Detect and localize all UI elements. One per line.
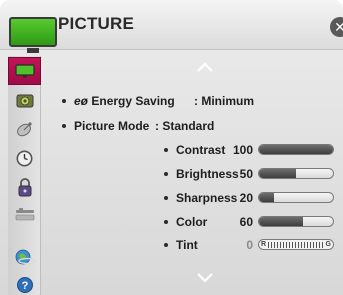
- picture-tv-icon: [14, 63, 35, 77]
- tint-red-label: R: [261, 241, 267, 248]
- bullet: [62, 98, 66, 103]
- sidebar-item-option[interactable]: [8, 201, 41, 229]
- sidebar-item-network[interactable]: [8, 243, 41, 271]
- tint-row[interactable]: Tint: [164, 238, 198, 252]
- svg-text:?: ?: [21, 280, 28, 292]
- slider-row-contrast[interactable]: Contrast: [164, 143, 225, 157]
- slider-fill: [259, 217, 304, 226]
- sidebar-item-channel[interactable]: [8, 115, 41, 143]
- slider-value: 100: [232, 143, 253, 157]
- satellite-channel-icon: [16, 122, 32, 137]
- slider-fill: [259, 169, 296, 178]
- clock-time-icon: [16, 150, 33, 166]
- slider-fill: [259, 193, 274, 202]
- sidebar-item-picture[interactable]: [8, 57, 41, 85]
- category-sidebar: ?: [8, 56, 41, 295]
- eco-logo: eø: [74, 94, 89, 108]
- slider-value: 50: [239, 167, 253, 181]
- slider-track[interactable]: [258, 168, 334, 179]
- close-icon[interactable]: ✕: [330, 17, 343, 37]
- tv-icon: [9, 17, 57, 53]
- slider-label: Contrast: [176, 143, 226, 157]
- slider-row-brightness[interactable]: Brightness: [164, 167, 239, 181]
- bullet: [164, 242, 168, 247]
- tint-green-label: G: [325, 241, 331, 248]
- page-title: PICTURE: [58, 14, 135, 33]
- option-icon: [15, 208, 34, 221]
- slider-track[interactable]: [258, 216, 334, 227]
- tint-slider[interactable]: R G: [258, 239, 334, 250]
- bullet: [164, 171, 168, 176]
- picture-menu-window: PICTURE ✕ ? eø Energy Saving: Minimum P…: [0, 0, 343, 295]
- tint-label: Tint: [176, 238, 198, 252]
- picture-mode-row[interactable]: Picture Mode: [62, 119, 149, 133]
- picture-mode-label: Picture Mode: [74, 119, 150, 133]
- slider-track[interactable]: [258, 144, 334, 155]
- tint-value: 0: [246, 238, 253, 252]
- energy-saving-label: Energy Saving: [91, 94, 175, 108]
- picture-settings-panel: eø Energy Saving : Minimum Picture Mode …: [48, 56, 343, 295]
- slider-value: 20: [239, 191, 253, 205]
- header-bar: PICTURE ✕: [0, 0, 343, 53]
- sidebar-item-lock[interactable]: [8, 173, 41, 201]
- audio-speaker-icon: [16, 94, 33, 108]
- network-globe-icon: [15, 249, 36, 265]
- slider-label: Color: [176, 215, 208, 229]
- energy-saving-value: : Minimum: [194, 94, 254, 108]
- lock-icon: [18, 178, 31, 197]
- sidebar-item-time[interactable]: [8, 144, 41, 172]
- scroll-up-arrow-icon[interactable]: [196, 61, 214, 73]
- tint-scale: [268, 242, 324, 248]
- slider-value: 60: [239, 215, 253, 229]
- bullet: [164, 219, 168, 224]
- sidebar-item-help[interactable]: ?: [8, 271, 41, 295]
- bullet: [164, 147, 168, 152]
- slider-track[interactable]: [258, 192, 334, 203]
- help-question-icon: ?: [16, 277, 33, 293]
- energy-saving-row[interactable]: eø Energy Saving: [62, 94, 175, 108]
- slider-fill: [259, 145, 333, 154]
- scroll-down-arrow-icon[interactable]: [196, 272, 214, 284]
- slider-row-color[interactable]: Color: [164, 215, 207, 229]
- bullet: [164, 195, 168, 200]
- bullet: [62, 123, 66, 128]
- sidebar-item-audio[interactable]: [8, 87, 41, 115]
- picture-mode-value: : Standard: [155, 119, 215, 133]
- slider-row-sharpness[interactable]: Sharpness: [164, 191, 237, 205]
